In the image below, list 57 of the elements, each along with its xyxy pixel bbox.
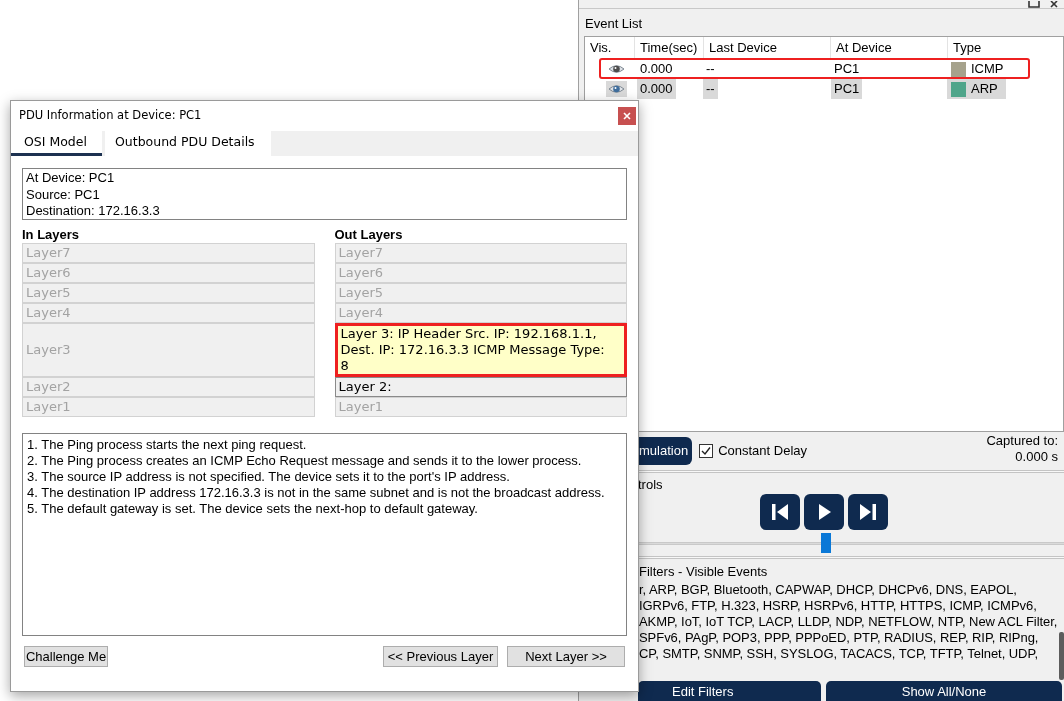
- simulation-button[interactable]: mulation: [638, 437, 693, 465]
- section-label: Filters - Visible Events: [639, 564, 768, 580]
- filter-list-line: AKMP, IoT, IoT TCP, LACP, LLDP, NDP, NETFLOW, NTP, New ACL Filter,: [639, 614, 1058, 630]
- layers-heading: In Layers: [22, 227, 80, 243]
- filter-list-line: IGRPv6, FTP, H.323, HSRP, HSRPv6, HTTP, HTTPS, ICMP, ICMPv6,: [639, 598, 1037, 614]
- skip-back-icon: [770, 502, 790, 522]
- column-header[interactable]: Type: [947, 37, 1064, 59]
- captured-label: Captured to:: [986, 433, 1058, 449]
- checkbox-label[interactable]: Constant Delay: [718, 441, 808, 461]
- step-back-button[interactable]: [760, 494, 800, 530]
- dialog-title: PDU Information at Device: PC1: [19, 107, 202, 125]
- slider-thumb[interactable]: [821, 533, 832, 553]
- event-time: 0.000: [637, 79, 676, 99]
- skip-forward-icon: [858, 502, 878, 522]
- column-header[interactable]: Vis.: [585, 37, 634, 59]
- event-last-device: --: [703, 79, 718, 99]
- info-line: Destination: 172.16.3.3: [26, 203, 160, 220]
- description-line: 5. The default gateway is set. The device sets the next-hop to default gateway.: [27, 501, 478, 517]
- event-last-device: --: [705, 60, 716, 78]
- layer-row[interactable]: Layer 2:: [334, 377, 627, 397]
- captured-value: 0.000 s: [1015, 449, 1058, 465]
- step-forward-button[interactable]: [848, 494, 888, 530]
- scrollbar-thumb[interactable]: [1059, 632, 1064, 680]
- dialog-button[interactable]: << Previous Layer: [383, 646, 498, 667]
- dialog-button[interactable]: Next Layer >>: [507, 646, 625, 667]
- info-line: At Device: PC1: [26, 170, 115, 187]
- tab[interactable]: OSI Model: [11, 131, 102, 156]
- tab[interactable]: Outbound PDU Details: [105, 131, 271, 156]
- column-header[interactable]: Last Device: [703, 37, 830, 59]
- event-at-device: PC1: [833, 60, 861, 78]
- info-line: Source: PC1: [26, 186, 100, 203]
- play-button[interactable]: [804, 494, 844, 530]
- description-line: 2. The Ping process creates an ICMP Echo Request message and sends it to the lower process.: [27, 453, 582, 469]
- section-label: trols: [638, 477, 663, 493]
- event-type: ARP: [971, 80, 998, 98]
- close-icon: [623, 112, 631, 120]
- description-line: 1. The Ping process starts the next ping request.: [27, 437, 307, 453]
- close-icon: [1048, 1, 1060, 8]
- description-line: 3. The source IP address is not specified. The device sets it to the port's IP address.: [27, 469, 510, 485]
- constant-delay-checkbox[interactable]: [699, 444, 714, 458]
- dialog-button[interactable]: Challenge Me: [24, 646, 108, 667]
- event-type: ICMP: [971, 60, 1004, 78]
- filter-list-line: SPFv6, PAgP, POP3, PPP, PPPoED, PTP, RADIUS, REP, RIP, RIPng,: [639, 630, 1039, 646]
- description-line: 4. The destination IP address 172.16.3.3 is not in the same subnet and is not the broadcast address.: [27, 485, 605, 501]
- layer-row[interactable]: Layer 3: IP Header Src. IP: 192.168.1.1, Dest. IP: 172.16.3.3 ICMP Message Type: 8: [334, 323, 627, 377]
- filter-button[interactable]: Show All/None: [826, 681, 1062, 701]
- close-button[interactable]: [618, 107, 636, 125]
- column-header[interactable]: Time(sec): [634, 37, 703, 59]
- event-at-device: PC1: [831, 79, 863, 99]
- event-time: 0.000: [639, 60, 674, 78]
- filter-list-line: CP, SMTP, SNMP, SSH, SYSLOG, TACACS, TCP, TFTP, Telnet, UDP,: [639, 646, 1038, 662]
- layers-heading: Out Layers: [334, 227, 403, 243]
- column-header[interactable]: At Device: [830, 37, 947, 59]
- section-label: Event List: [585, 16, 643, 32]
- filter-list-line: r, ARP, BGP, Bluetooth, CAPWAP, DHCP, DHCPv6, DNS, EAPOL,: [639, 582, 1017, 598]
- slider-track[interactable]: [638, 533, 1064, 553]
- filter-button[interactable]: Edit Filters: [638, 681, 821, 701]
